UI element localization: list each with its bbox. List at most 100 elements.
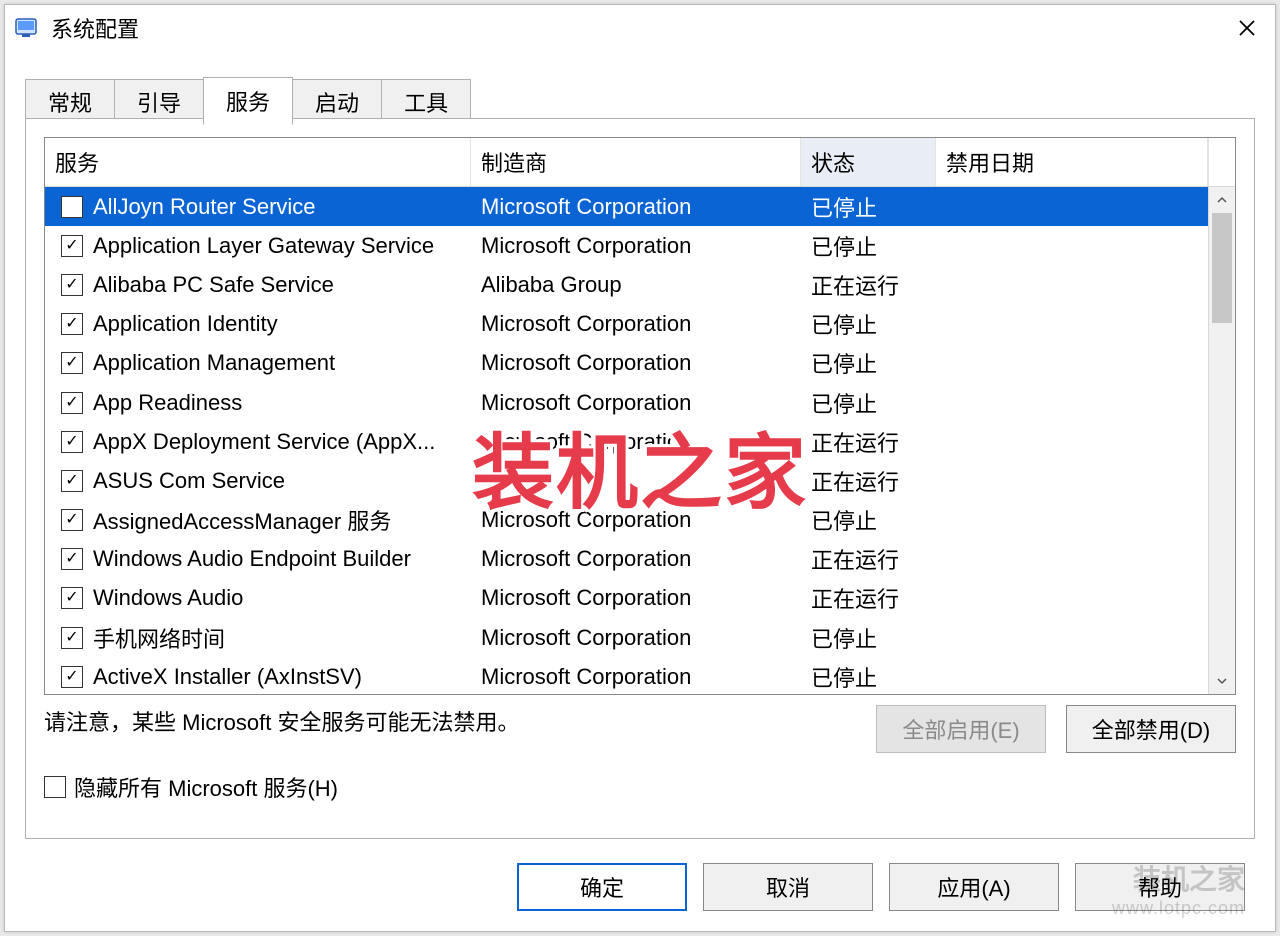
hide-ms-label: 隐藏所有 Microsoft 服务(H): [74, 771, 338, 803]
service-status: 已停止: [801, 661, 936, 693]
service-row[interactable]: ✓ActiveX Installer (AxInstSV)Microsoft C…: [45, 657, 1208, 694]
note-text: 请注意，某些 Microsoft 安全服务可能无法禁用。: [44, 705, 856, 737]
row-checkbox-cell[interactable]: ✓: [45, 627, 83, 649]
checkbox-icon: [44, 776, 66, 798]
service-row[interactable]: ✓App ReadinessMicrosoft Corporation已停止: [45, 383, 1208, 422]
row-checkbox-cell[interactable]: ✓: [45, 235, 83, 257]
row-checkbox-cell[interactable]: ✓: [45, 196, 83, 218]
window-title: 系统配置: [51, 12, 1223, 44]
list-body: ✓AllJoyn Router ServiceMicrosoft Corpora…: [45, 187, 1235, 694]
service-manufacturer: Microsoft Corporation: [471, 585, 801, 611]
service-status: 正在运行: [801, 426, 936, 458]
row-checkbox-cell[interactable]: ✓: [45, 470, 83, 492]
service-manufacturer: Microsoft Corporation: [471, 625, 801, 651]
msconfig-window: 系统配置 常规引导服务启动工具 服务 制造商 状态 禁用日期 ✓AllJoyn …: [4, 4, 1276, 932]
service-row[interactable]: ✓AppX Deployment Service (AppX...Microso…: [45, 422, 1208, 461]
tab-1[interactable]: 引导: [114, 79, 204, 124]
service-row[interactable]: ✓Application Layer Gateway ServiceMicros…: [45, 226, 1208, 265]
row-checkbox-cell[interactable]: ✓: [45, 431, 83, 453]
checkbox-icon: ✓: [61, 313, 83, 335]
apply-button[interactable]: 应用(A): [889, 863, 1059, 911]
service-row[interactable]: ✓手机网络时间Microsoft Corporation已停止: [45, 618, 1208, 657]
service-status: 正在运行: [801, 543, 936, 575]
col-disable-date[interactable]: 禁用日期: [936, 138, 1208, 186]
checkbox-icon: ✓: [61, 470, 83, 492]
checkbox-icon: ✓: [61, 392, 83, 414]
scroll-down-button[interactable]: [1209, 668, 1235, 694]
service-row[interactable]: ✓Application ManagementMicrosoft Corpora…: [45, 344, 1208, 383]
service-manufacturer: Microsoft Corporation: [471, 350, 801, 376]
col-service[interactable]: 服务: [45, 138, 471, 186]
row-checkbox-cell[interactable]: ✓: [45, 392, 83, 414]
disable-all-button[interactable]: 全部禁用(D): [1066, 705, 1236, 753]
service-name: Alibaba PC Safe Service: [83, 272, 471, 298]
hide-ms-services-checkbox[interactable]: 隐藏所有 Microsoft 服务(H): [44, 771, 1236, 803]
checkbox-icon: ✓: [61, 627, 83, 649]
row-checkbox-cell[interactable]: ✓: [45, 352, 83, 374]
row-checkbox-cell[interactable]: ✓: [45, 548, 83, 570]
service-manufacturer: Microsoft Corporation: [471, 233, 801, 259]
app-icon: [13, 14, 41, 42]
col-status[interactable]: 状态: [801, 138, 936, 186]
enable-all-button[interactable]: 全部启用(E): [876, 705, 1046, 753]
service-name: 手机网络时间: [83, 622, 471, 654]
service-manufacturer: Microsoft Corporation: [471, 546, 801, 572]
scroll-track[interactable]: [1209, 213, 1235, 668]
service-manufacturer: Microsoft Corporation: [471, 390, 801, 416]
vertical-scrollbar[interactable]: [1208, 187, 1235, 694]
tab-2[interactable]: 服务: [203, 77, 293, 125]
services-tab-page: 服务 制造商 状态 禁用日期 ✓AllJoyn Router ServiceMi…: [25, 119, 1255, 839]
row-checkbox-cell[interactable]: ✓: [45, 509, 83, 531]
service-status: 已停止: [801, 230, 936, 262]
service-manufacturer: Microsoft Corporation: [471, 429, 801, 455]
service-status: 已停止: [801, 504, 936, 536]
close-button[interactable]: [1223, 10, 1271, 46]
cancel-button[interactable]: 取消: [703, 863, 873, 911]
services-list: 服务 制造商 状态 禁用日期 ✓AllJoyn Router ServiceMi…: [44, 137, 1236, 695]
row-checkbox-cell[interactable]: ✓: [45, 313, 83, 335]
tab-4[interactable]: 工具: [381, 79, 471, 124]
service-manufacturer: Microsoft Corporation: [471, 507, 801, 533]
service-row[interactable]: ✓Alibaba PC Safe ServiceAlibaba Group正在运…: [45, 265, 1208, 304]
service-status: 已停止: [801, 191, 936, 223]
tab-0[interactable]: 常规: [25, 79, 115, 124]
scroll-up-button[interactable]: [1209, 187, 1235, 213]
service-name: AssignedAccessManager 服务: [83, 504, 471, 536]
row-checkbox-cell[interactable]: ✓: [45, 587, 83, 609]
checkbox-icon: ✓: [61, 274, 83, 296]
checkbox-icon: ✓: [61, 509, 83, 531]
help-button[interactable]: 帮助: [1075, 863, 1245, 911]
service-manufacturer: Microsoft Corporation: [471, 194, 801, 220]
service-name: Windows Audio: [83, 585, 471, 611]
service-name: AllJoyn Router Service: [83, 194, 471, 220]
col-manufacturer[interactable]: 制造商: [471, 138, 801, 186]
checkbox-icon: ✓: [61, 352, 83, 374]
service-row[interactable]: ✓ASUS Com Service未知正在运行: [45, 461, 1208, 500]
checkbox-icon: ✓: [61, 587, 83, 609]
checkbox-icon: ✓: [61, 235, 83, 257]
checkbox-icon: ✓: [61, 548, 83, 570]
service-name: App Readiness: [83, 390, 471, 416]
service-manufacturer: Alibaba Group: [471, 272, 801, 298]
service-name: AppX Deployment Service (AppX...: [83, 429, 471, 455]
ok-button[interactable]: 确定: [517, 863, 687, 911]
tab-3[interactable]: 启动: [292, 79, 382, 124]
service-row[interactable]: ✓Application IdentityMicrosoft Corporati…: [45, 305, 1208, 344]
service-name: Application Management: [83, 350, 471, 376]
service-row[interactable]: ✓Windows AudioMicrosoft Corporation正在运行: [45, 579, 1208, 618]
titlebar: 系统配置: [5, 5, 1275, 51]
row-checkbox-cell[interactable]: ✓: [45, 666, 83, 688]
service-name: Application Identity: [83, 311, 471, 337]
service-status: 正在运行: [801, 582, 936, 614]
service-row[interactable]: ✓Windows Audio Endpoint BuilderMicrosoft…: [45, 540, 1208, 579]
service-name: ActiveX Installer (AxInstSV): [83, 664, 471, 690]
scroll-thumb[interactable]: [1212, 213, 1232, 323]
row-checkbox-cell[interactable]: ✓: [45, 274, 83, 296]
service-row[interactable]: ✓AllJoyn Router ServiceMicrosoft Corpora…: [45, 187, 1208, 226]
service-status: 已停止: [801, 347, 936, 379]
service-row[interactable]: ✓AssignedAccessManager 服务Microsoft Corpo…: [45, 501, 1208, 540]
service-name: Windows Audio Endpoint Builder: [83, 546, 471, 572]
under-list-row: 请注意，某些 Microsoft 安全服务可能无法禁用。 全部启用(E) 全部禁…: [44, 705, 1236, 753]
service-name: Application Layer Gateway Service: [83, 233, 471, 259]
checkbox-icon: ✓: [61, 666, 83, 688]
